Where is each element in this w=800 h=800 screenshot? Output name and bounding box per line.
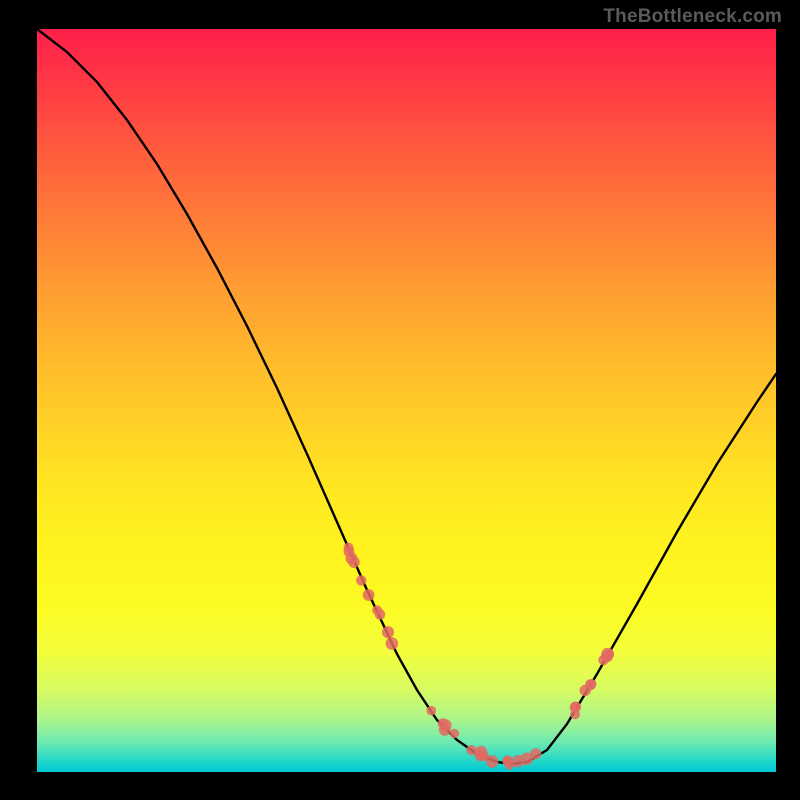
scatter-dot xyxy=(505,761,514,770)
scatter-dot xyxy=(466,745,476,755)
scatter-dot xyxy=(386,637,399,650)
chart-frame: TheBottleneck.com xyxy=(0,0,800,800)
scatter-dot xyxy=(363,589,375,601)
scatter-dot xyxy=(475,746,488,759)
scatter-layer xyxy=(344,543,614,770)
scatter-dot xyxy=(439,724,451,736)
scatter-dot xyxy=(450,729,459,738)
watermark-text: TheBottleneck.com xyxy=(603,6,782,28)
scatter-dot xyxy=(570,702,581,713)
bottleneck-curve xyxy=(37,29,776,764)
scatter-dot xyxy=(345,552,357,564)
scatter-dot xyxy=(427,706,437,716)
scatter-dot xyxy=(344,543,354,553)
scatter-dot xyxy=(372,605,382,615)
chart-svg xyxy=(37,29,776,772)
scatter-dot xyxy=(530,748,541,759)
scatter-dot xyxy=(356,575,366,585)
scatter-dot xyxy=(382,626,394,638)
plot-area xyxy=(37,29,776,772)
scatter-dot xyxy=(587,679,597,689)
scatter-dot xyxy=(486,755,499,768)
scatter-dot xyxy=(598,655,608,665)
